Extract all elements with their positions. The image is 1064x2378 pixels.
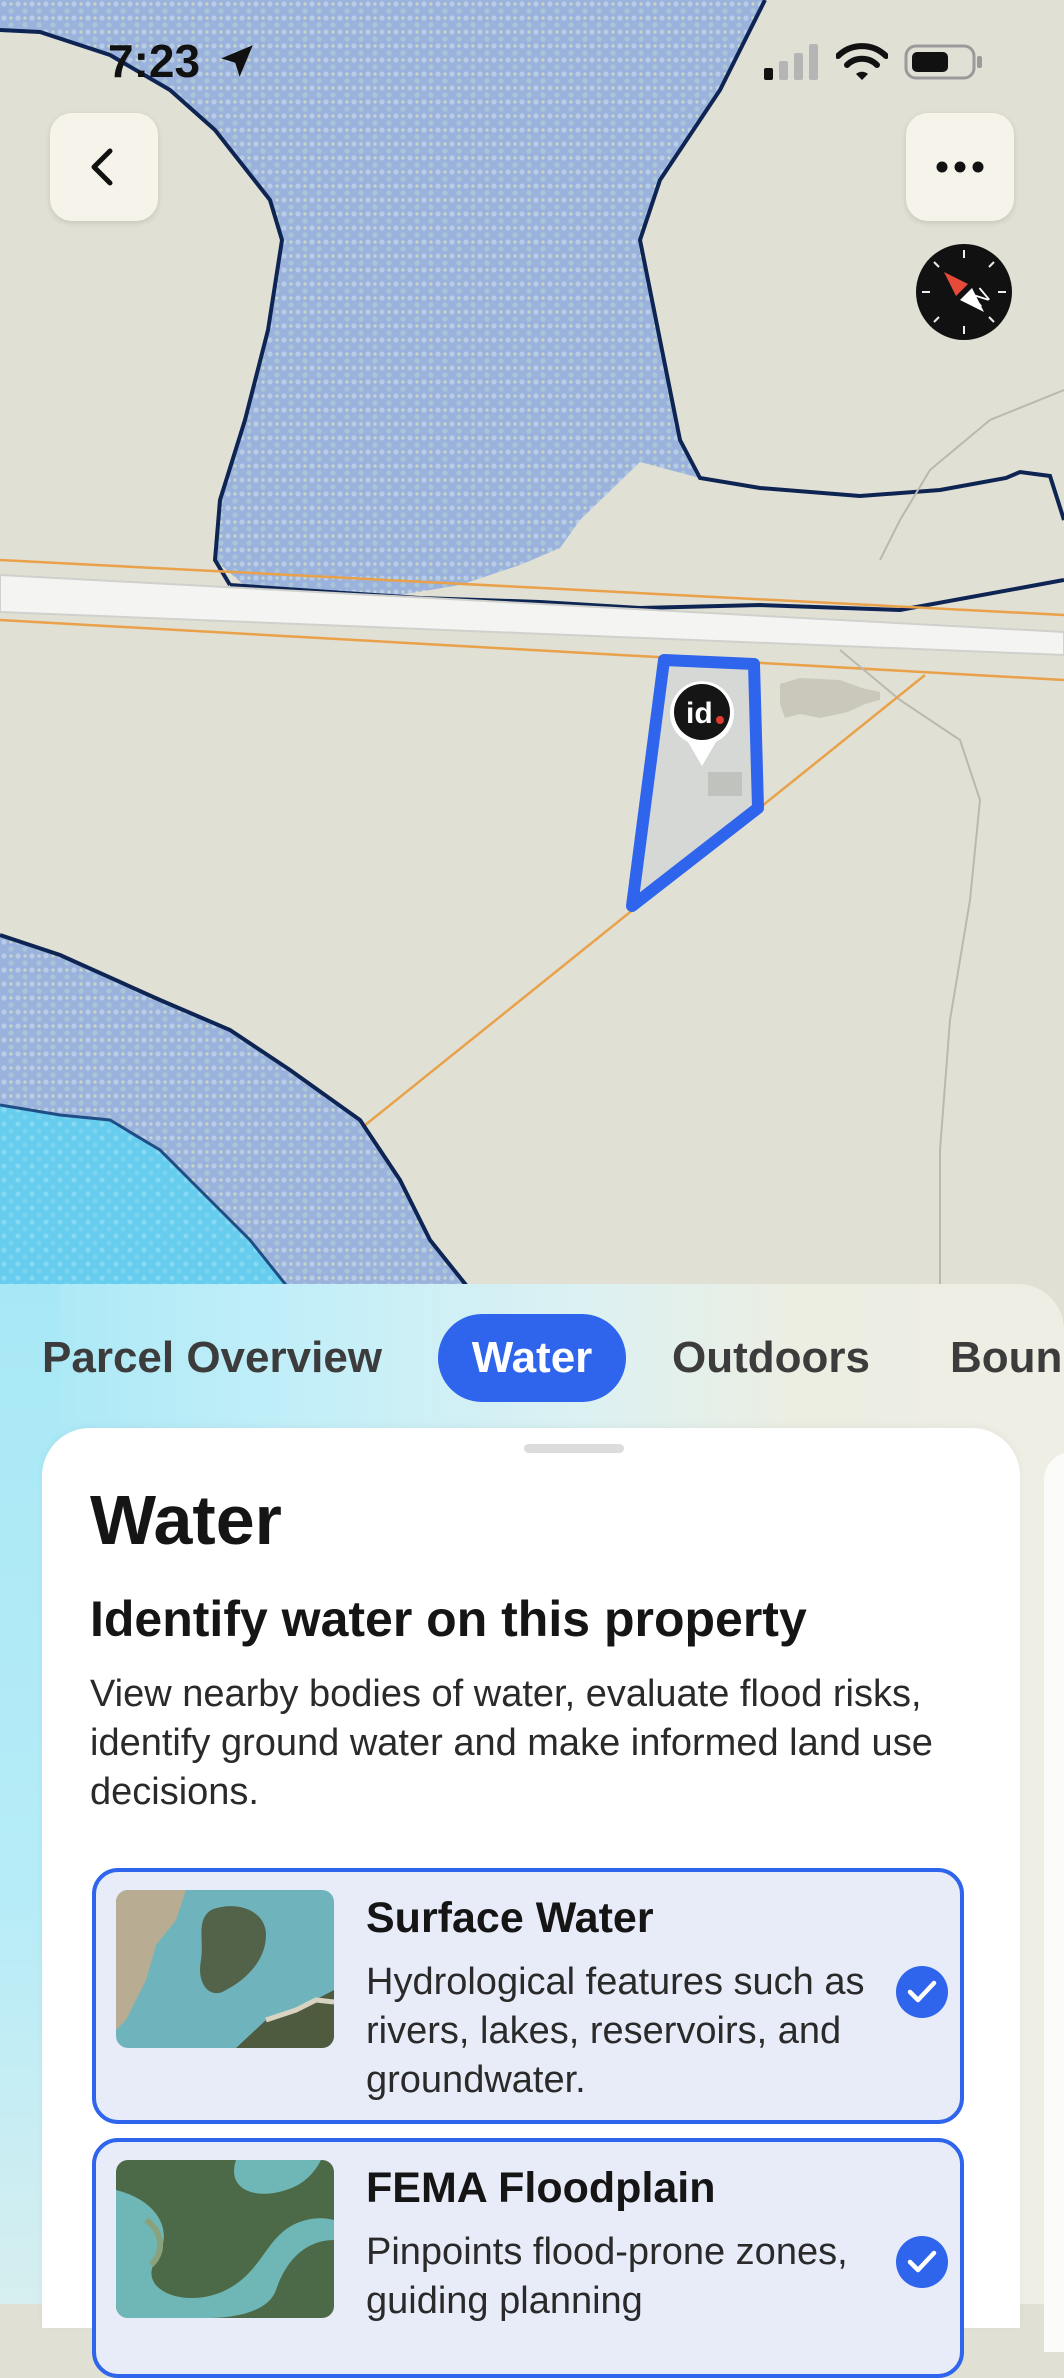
floodplain-thumbnail: [116, 2160, 334, 2318]
checkmark-icon: [907, 2250, 937, 2273]
wifi-icon: [836, 43, 888, 80]
layer-checkbox[interactable]: [896, 2236, 948, 2288]
next-card-edge: [1044, 1452, 1064, 2352]
surface-water-thumbnail: [116, 1890, 334, 2048]
layer-surface-water[interactable]: Surface Water Hydrological features such…: [92, 1868, 964, 2124]
layer-title: FEMA Floodplain: [366, 2164, 716, 2212]
card-subtitle: Identify water on this property: [90, 1591, 807, 1647]
cellular-signal-icon: [764, 44, 818, 80]
layer-fema-floodplain[interactable]: FEMA Floodplain Pinpoints flood-prone zo…: [92, 2138, 964, 2378]
checkmark-icon: [907, 1980, 937, 2003]
property-pin[interactable]: id: [668, 678, 736, 768]
layer-description: Hydrological features such as rivers, la…: [366, 1961, 865, 2101]
tab-outdoors[interactable]: Outdoors: [672, 1314, 870, 1402]
layer-checkbox[interactable]: [896, 1966, 948, 2018]
more-options-button[interactable]: [906, 113, 1014, 221]
ellipsis-icon: [936, 161, 984, 173]
layer-description: Pinpoints flood-prone zones, guiding pla…: [366, 2231, 848, 2322]
card-title: Water: [90, 1481, 282, 1559]
tab-boundaries[interactable]: Boun: [950, 1314, 1062, 1402]
location-arrow-icon: [221, 45, 253, 77]
compass-button[interactable]: N: [916, 244, 1012, 340]
svg-text:N: N: [966, 283, 994, 312]
sheet-grabber[interactable]: [524, 1444, 624, 1453]
card-description: View nearby bodies of water, evaluate fl…: [90, 1673, 933, 1813]
battery-icon: [904, 44, 982, 80]
back-button[interactable]: [50, 113, 158, 221]
category-tabs: Parcel Overview Water Outdoors Boun: [0, 1314, 1064, 1404]
status-time: 7:23: [108, 35, 201, 87]
status-bar: 7:23: [0, 0, 1064, 130]
tab-parcel-overview[interactable]: Parcel Overview: [42, 1314, 382, 1402]
pin-label: id: [686, 697, 713, 730]
layer-title: Surface Water: [366, 1894, 654, 1942]
chevron-left-icon: [91, 148, 113, 186]
tab-water[interactable]: Water: [438, 1314, 626, 1402]
water-card: Water Identify water on this property Vi…: [42, 1428, 1020, 2378]
compass-icon: N: [922, 250, 1006, 334]
